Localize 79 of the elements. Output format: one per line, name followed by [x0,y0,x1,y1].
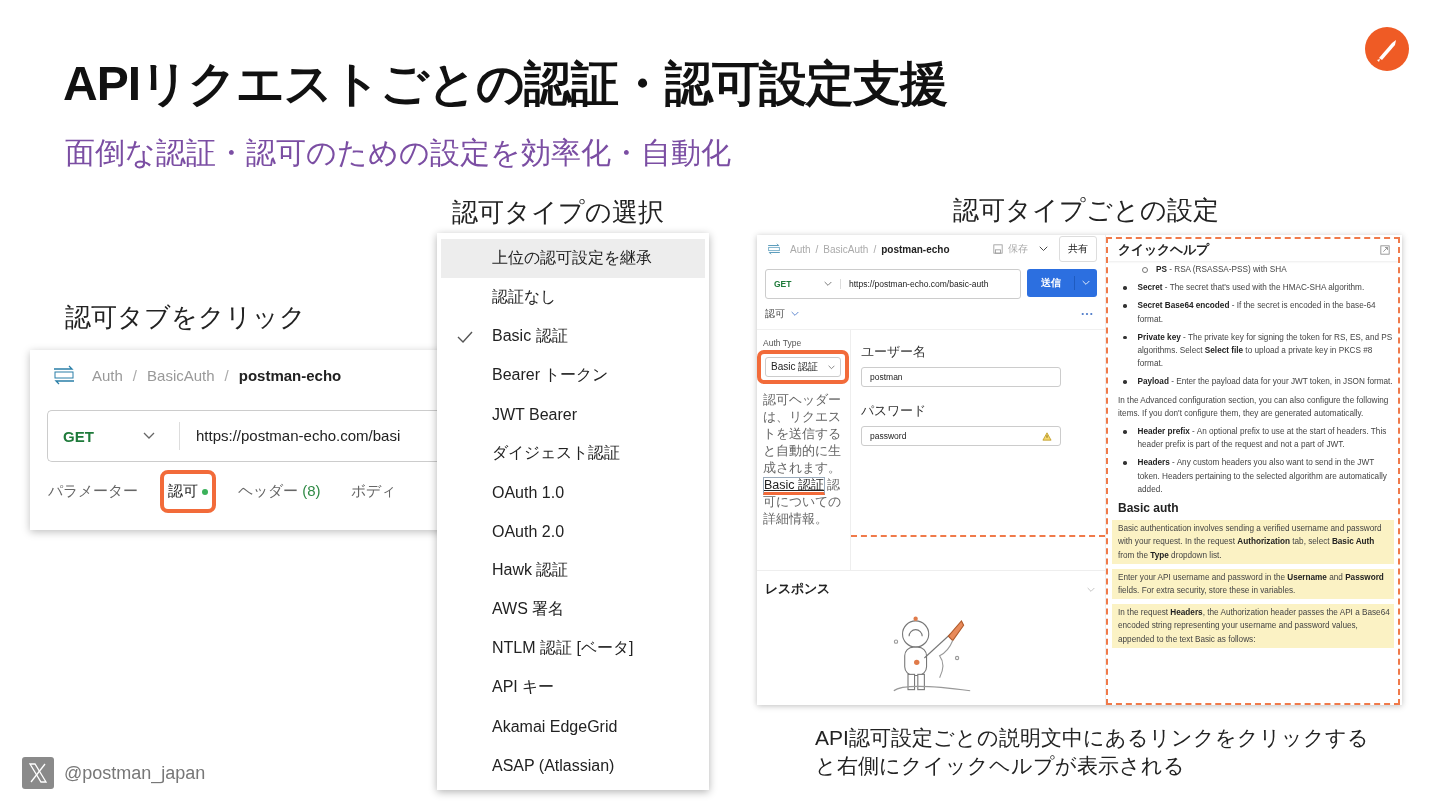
section-label[interactable]: 認可 [765,307,785,321]
menu-item[interactable]: API キー [441,668,705,707]
help-text: Header prefix - An optional prefix to use at the start of headers. This header prefix is part of the request and not a part of JWT. [1137,426,1388,452]
input-field[interactable]: password [861,426,1061,446]
menu-item[interactable]: Hawk 認証 [441,551,705,590]
x-logo-icon [22,757,54,789]
help-heading: Basic auth [1118,502,1180,516]
auth-type-select[interactable]: Basic 認証 [765,357,841,377]
help-text: In the Advanced configuration section, you can also configure the following items. If you don't configure them, they are generated automatically. [1118,395,1389,418]
breadcrumb-separator: / [873,243,877,255]
highlighted-note: Enter your API username and password in the Username and Password fields. For extra security, store these in variables. [1112,568,1394,600]
breadcrumb-item[interactable]: postman-echo [238,366,342,384]
social-handle: @postman_japan [64,762,206,784]
menu-item[interactable]: 上位の認可設定を継承 [441,239,705,278]
save-icon [993,244,1003,254]
bullet-icon [1123,286,1127,290]
url-text: https://postman-echo.com/basi [179,422,401,450]
tab[interactable]: パラメーター [40,470,146,513]
more-icon[interactable] [1081,312,1093,316]
menu-item[interactable]: Akamai EdgeGrid [441,707,705,746]
breadcrumb-item[interactable]: postman-echo [881,243,950,255]
highlighted-note: In the request Headers, the Authorization header passes the API a Base64 encoded string representing your username and password values, appended to the text Basic as follows: [1112,604,1394,648]
section-label: レスポンス [765,581,830,598]
help-text: Headers - Any custom headers you also want to send in the JWT token. Headers pertaining to the selected algorithm are automatically added. [1137,457,1388,496]
chevron-down-icon [791,311,799,317]
bullet-icon [1123,304,1127,308]
slide-title: APIリクエストごとの認証・認可設定支援 [63,56,947,112]
menu-item[interactable]: Basic 認証 [441,317,705,356]
highlighted-note: Basic authentication involves sending a verified username and password with your request. In the request Authorization tab, select Basic Auth from the Type dropdown list. [1112,520,1394,564]
menu-item[interactable]: Bearer トークン [441,356,705,395]
input-field[interactable]: postman [861,367,1061,387]
url-text: https://postman-echo.com/basic-auth [840,279,989,289]
method-select[interactable]: GET [63,427,143,445]
menu-item[interactable]: AWS 署名 [441,590,705,629]
menu-item[interactable]: NTLM 認証 [ベータ] [441,629,705,668]
breadcrumb-separator: / [815,243,819,255]
chevron-down-icon [824,281,832,287]
tab[interactable]: ヘッダー (8) [230,470,329,513]
breadcrumb-separator: / [224,366,229,384]
postman-logo-icon [1365,27,1409,71]
bullet-icon [1123,461,1127,465]
field-label: パスワード [861,403,927,420]
field-label: Auth Type [763,338,803,348]
help-text: Private key - The private key for signing the token for RS, ES, and PS algorithms. Select Select file to upload a private key in PKCS #8 format. [1137,331,1394,371]
url-bar[interactable]: GET https://postman-echo.com/basic-auth [765,269,1021,299]
checkmark-icon [457,330,473,343]
popout-icon[interactable] [1380,245,1390,255]
bullet-icon [1123,430,1127,434]
caption: 認可タイプごとの設定 [953,194,1219,227]
menu-item[interactable]: OAuth 1.0 [441,473,705,512]
help-text: Secret - The secret that's used with the HMAC-SHA algorithm. [1137,282,1365,295]
http-icon [767,243,781,255]
chevron-down-icon [828,364,835,370]
caption: API認可設定ごとの説明文中にあるリンクをクリックすると右側にクイックヘルプが表示される [815,725,1370,779]
breadcrumb-separator: / [132,366,138,384]
bullet-icon [1123,380,1127,384]
menu-item[interactable]: OAuth 2.0 [441,512,705,551]
menu-item[interactable]: 認証なし [441,278,705,317]
caption: 認可タブをクリック [65,301,306,334]
description-text: 認可ヘッダーは、リクエストを送信すると自動的に生成されます。 Basic 認証 認可についての詳細情報。 [763,392,842,528]
method-select[interactable]: GET [774,279,824,289]
field-label: ユーザー名 [861,344,927,361]
help-text: Payload - Enter the payload data for your JWT token, in JSON format. [1137,376,1393,389]
tab[interactable]: ボディ [342,470,404,513]
chevron-down-icon [1082,280,1090,286]
panel-title: クイックヘルプ [1118,241,1209,259]
http-icon [52,365,76,385]
share-button[interactable]: 共有 [1059,236,1097,262]
bullet-icon [1123,335,1127,340]
caption: 認可タイプの選択 [452,196,664,229]
tab[interactable]: 認可 [160,470,216,513]
help-text: PS - RSA (RSASSA-PSS) with SHA [1156,264,1287,276]
slide-subtitle: 面倒な認証・認可のための設定を効率化・自動化 [65,135,731,171]
help-text: Secret Base64 encoded - If the secret is encoded in the base-64 format. [1137,300,1377,326]
send-button[interactable]: 送信 [1027,269,1097,297]
chevron-down-icon [143,432,155,440]
menu-item[interactable]: ASAP (Atlassian) [441,746,705,785]
chevron-down-icon[interactable] [1039,246,1048,252]
link[interactable]: Basic 認証 [763,477,826,495]
